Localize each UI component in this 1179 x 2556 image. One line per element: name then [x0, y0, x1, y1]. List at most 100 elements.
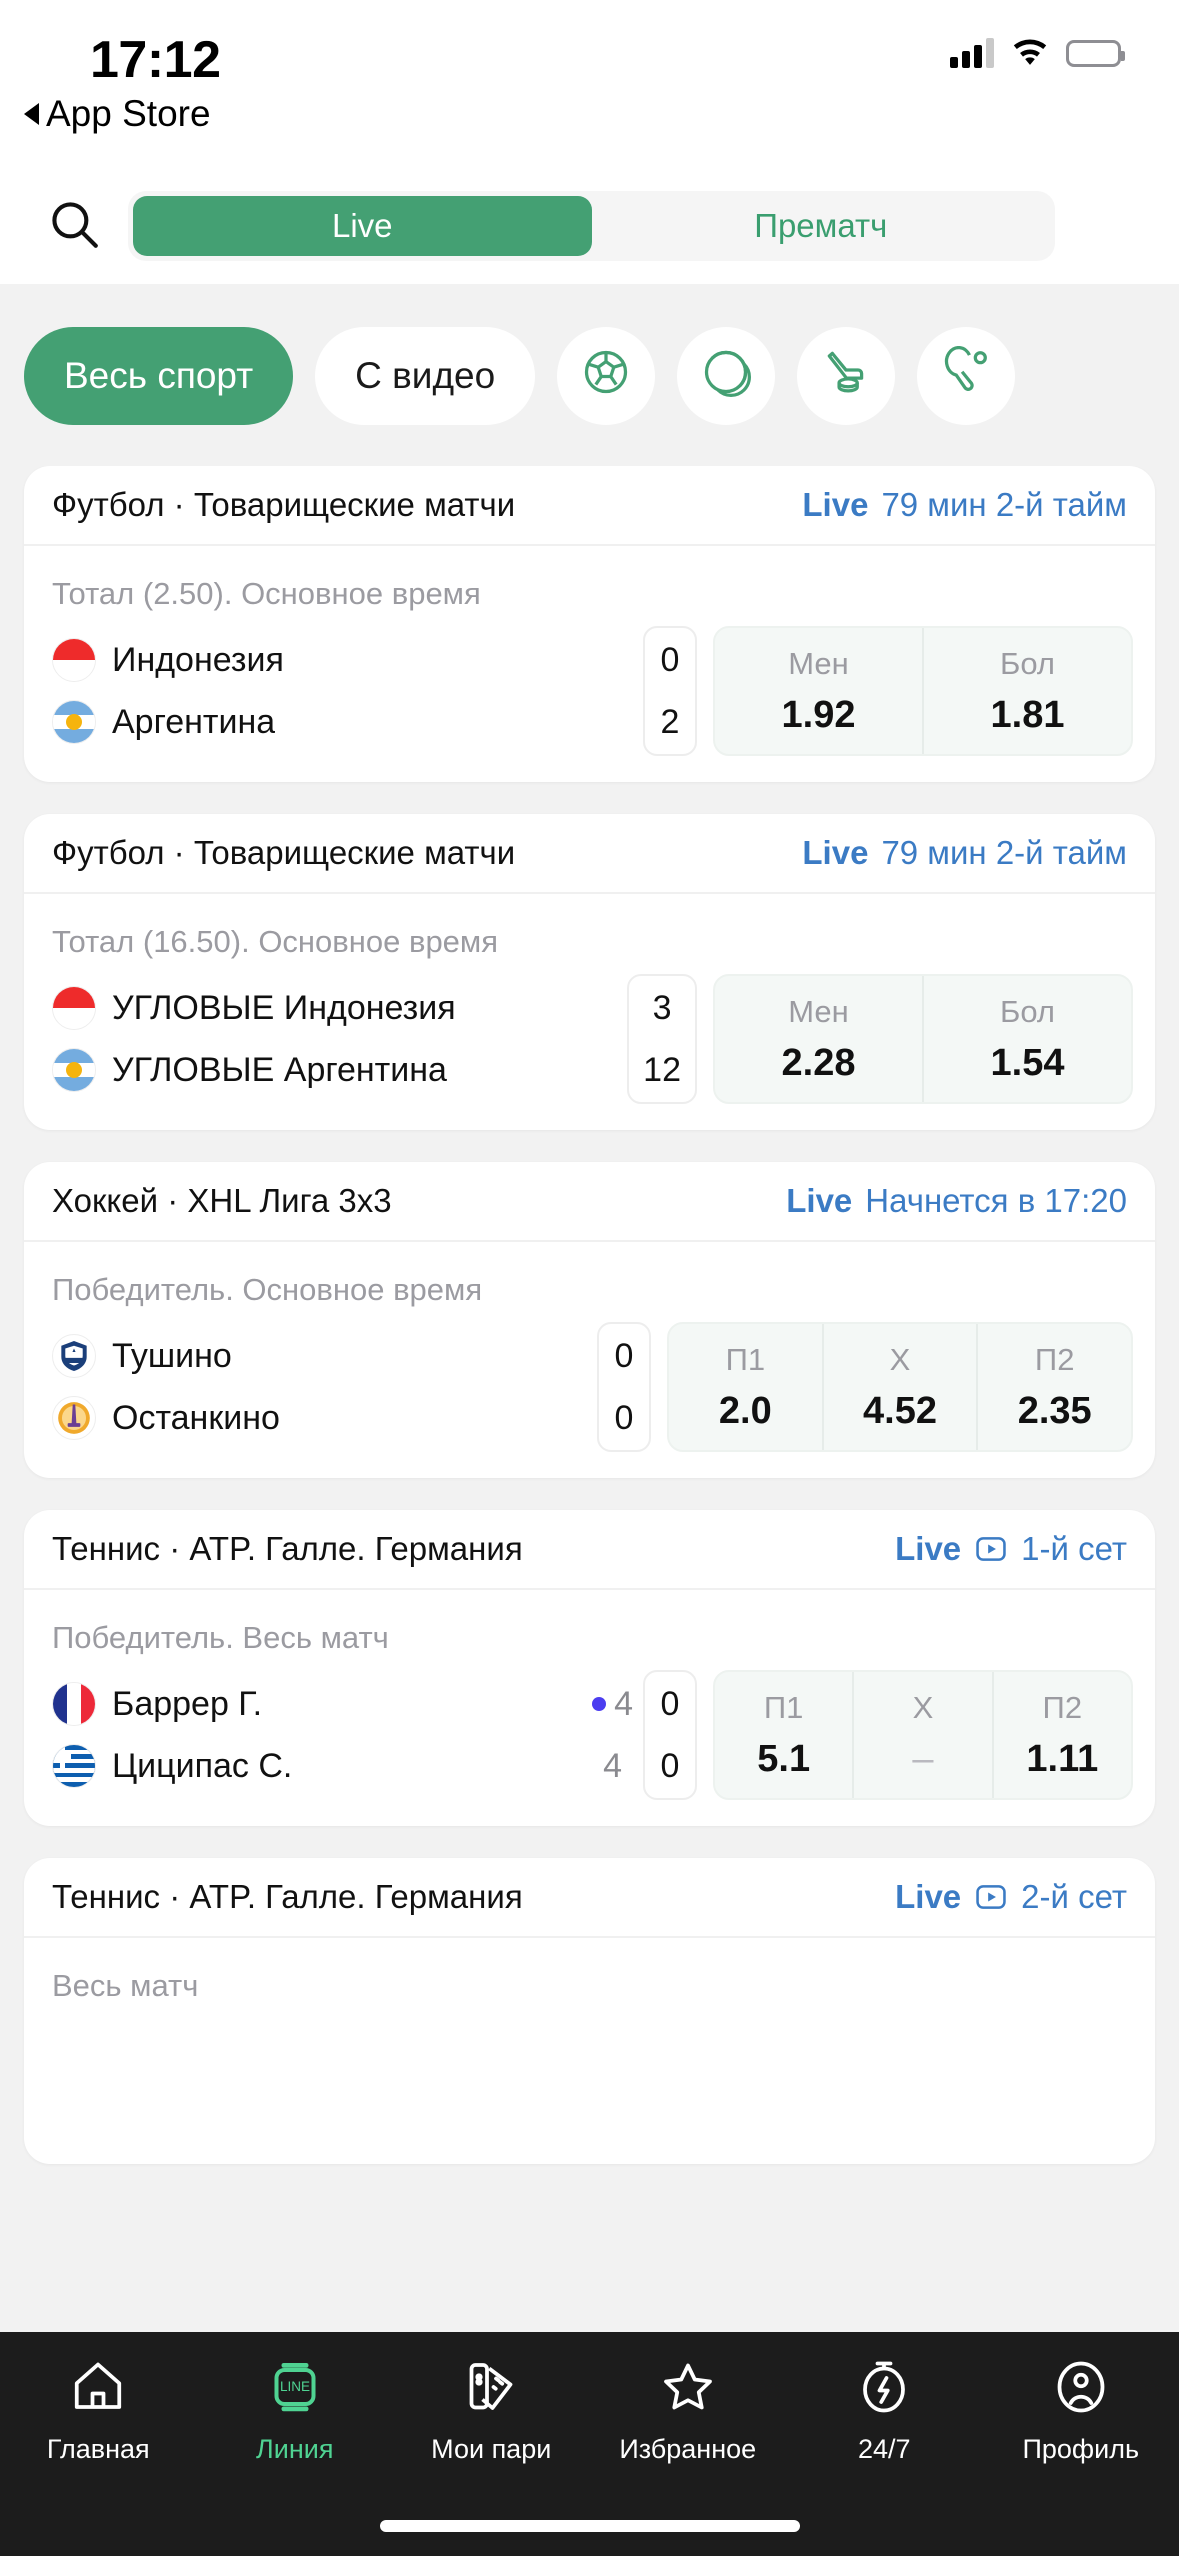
chip-table-tennis[interactable] — [917, 327, 1016, 425]
top-bar: Live Прематч — [0, 168, 1179, 284]
team-row: Баррер Г. — [52, 1678, 582, 1730]
team-row: Аргентина — [52, 696, 643, 748]
odds-button[interactable]: П1 2.0 — [669, 1324, 824, 1450]
team-name: Тушино — [112, 1336, 232, 1375]
score-column: 0 0 — [597, 1322, 651, 1452]
stopwatch-icon — [854, 2354, 914, 2420]
odds-button[interactable]: П2 2.35 — [978, 1324, 1131, 1450]
match-time-label: Начнется в 17:20 — [865, 1182, 1127, 1219]
score-column: 0 2 — [643, 626, 697, 756]
odds-label: П1 — [725, 1341, 766, 1377]
odds-group[interactable]: П1 2.0 Х 4.52 П2 2.35 — [667, 1322, 1133, 1452]
tab-my-bets[interactable]: Мои пари — [393, 2354, 590, 2465]
odds-label: Мен — [788, 993, 849, 1029]
sport-league-label: Хоккей · XHL Лига 3х3 — [52, 1182, 392, 1219]
sport-league-label: Теннис · ATP. Галле. Германия — [52, 1878, 523, 1915]
odds-button[interactable]: Мен 1.92 — [715, 628, 924, 754]
match-card[interactable]: Теннис · ATP. Галле. Германия Live 2-й с… — [24, 1858, 1155, 2164]
tab-favorites[interactable]: Избранное — [590, 2354, 787, 2465]
odds-label: Бол — [1000, 993, 1055, 1029]
cellular-icon — [950, 38, 994, 68]
match-card[interactable]: Футбол · Товарищеские матчи Live 79 мин … — [24, 814, 1155, 1130]
match-list[interactable]: Футбол · Товарищеские матчи Live 79 мин … — [0, 466, 1179, 2332]
odds-button[interactable]: Х 4.52 — [824, 1324, 979, 1450]
score-column: 3 12 — [627, 974, 697, 1104]
tab-label: Главная — [46, 2434, 150, 2464]
team-row: Останкино — [52, 1392, 597, 1444]
tab-live[interactable]: Live — [133, 196, 592, 256]
video-play-icon[interactable] — [974, 1880, 1008, 1914]
tab-prematch[interactable]: Прематч — [592, 196, 1051, 256]
odds-group[interactable]: Мен 2.28 Бол 1.54 — [713, 974, 1133, 1104]
match-card[interactable]: Хоккей · XHL Лига 3х3 Live Начнется в 17… — [24, 1162, 1155, 1478]
match-time-label: 79 мин 2-й тайм — [881, 486, 1127, 523]
team-row: Циципас С. — [52, 1740, 582, 1792]
bottom-tab-bar[interactable]: Главная LINE Линия Мои пари Избранное 24… — [0, 2332, 1179, 2556]
back-to-app-store-button[interactable]: App Store — [24, 93, 211, 135]
odds-button[interactable]: П1 5.1 — [715, 1672, 855, 1798]
match-status: Live 79 мин 2-й тайм — [802, 486, 1127, 524]
indonesia-flag — [52, 986, 96, 1030]
match-card-header: Футбол · Товарищеские матчи Live 79 мин … — [24, 814, 1155, 894]
line-badge-icon: LINE — [265, 2354, 325, 2420]
team-sets: 4 — [603, 1746, 622, 1785]
hockey-stick-puck-icon — [820, 346, 872, 407]
team-row: Тушино — [52, 1330, 597, 1382]
odds-label: Х — [889, 1341, 911, 1377]
team-list: УГЛОВЫЕ Индонезия УГЛОВЫЕ Аргентина — [52, 974, 627, 1104]
match-card[interactable]: Теннис · ATP. Галле. Германия Live 1-й с… — [24, 1510, 1155, 1826]
odds-button[interactable]: Бол 1.81 — [924, 628, 1131, 754]
odds-group[interactable]: П1 5.1 Х – П2 1.11 — [713, 1670, 1133, 1800]
soccer-ball-icon — [580, 346, 632, 407]
team-score: 3 — [652, 988, 672, 1027]
tab-label: Избранное — [619, 2434, 757, 2464]
team-list: Баррер Г. Циципас С. — [52, 1670, 582, 1800]
tab-label: Профиль — [1022, 2434, 1140, 2464]
odds-button[interactable]: П2 1.11 — [994, 1672, 1131, 1798]
serve-indicator-dot — [592, 1697, 607, 1711]
match-card[interactable]: Футбол · Товарищеские матчи Live 79 мин … — [24, 466, 1155, 782]
sets-value: 4 — [614, 1684, 633, 1723]
team-row: УГЛОВЫЕ Индонезия — [52, 982, 627, 1034]
match-row: Тушино Останкино 0 0 П1 2.0 Х 4.52 П2 2.… — [24, 1308, 1155, 1478]
odds-label: П2 — [1034, 1341, 1075, 1377]
live-prematch-segmented-control[interactable]: Live Прематч — [128, 191, 1055, 261]
odds-value: 1.92 — [781, 693, 856, 736]
status-bar: 17:12 App Store — [0, 0, 1179, 168]
status-bar-indicators — [950, 38, 1125, 68]
chip-all-sports[interactable]: Весь спорт — [24, 327, 294, 425]
tab-home[interactable]: Главная — [0, 2354, 197, 2465]
chip-hockey[interactable] — [797, 327, 896, 425]
odds-value: 5.1 — [757, 1737, 811, 1780]
tab-profile[interactable]: Профиль — [983, 2354, 1179, 2465]
match-status: Live 79 мин 2-й тайм — [802, 834, 1127, 872]
chip-tennis[interactable] — [677, 327, 776, 425]
team-score: 0 — [660, 1746, 680, 1785]
team-score: 0 — [660, 640, 680, 679]
team-row: Индонезия — [52, 634, 643, 686]
tab-label: Мои пари — [431, 2434, 552, 2464]
team-list: Тушино Останкино — [52, 1322, 597, 1452]
team-name: УГЛОВЫЕ Индонезия — [112, 988, 456, 1027]
back-label: App Store — [46, 93, 211, 134]
score-column: 0 0 — [643, 1670, 697, 1800]
tennis-ball-icon — [700, 346, 752, 407]
chip-with-video[interactable]: С видео — [315, 327, 536, 425]
odds-button[interactable]: Бол 1.54 — [924, 976, 1131, 1102]
odds-group[interactable]: Мен 1.92 Бол 1.81 — [713, 626, 1133, 756]
tab-line[interactable]: LINE Линия — [197, 2354, 394, 2465]
video-play-icon[interactable] — [974, 1532, 1008, 1566]
user-circle-icon — [1051, 2354, 1111, 2420]
back-triangle-icon — [24, 103, 39, 125]
odds-value: 2.35 — [1017, 1389, 1092, 1432]
chip-football[interactable] — [557, 327, 656, 425]
team-name: УГЛОВЫЕ Аргентина — [112, 1050, 447, 1089]
tab-24-7[interactable]: 24/7 — [786, 2354, 983, 2465]
team-score: 0 — [660, 1684, 680, 1723]
sport-league-label: Теннис · ATP. Галле. Германия — [52, 1530, 523, 1567]
match-card-header: Теннис · ATP. Галле. Германия Live 2-й с… — [24, 1858, 1155, 1938]
sport-filter-chips[interactable]: Весь спорт С видео — [0, 284, 1179, 466]
odds-button[interactable]: Мен 2.28 — [715, 976, 924, 1102]
match-status: Live 1-й сет — [895, 1530, 1127, 1568]
search-button[interactable] — [26, 191, 122, 261]
